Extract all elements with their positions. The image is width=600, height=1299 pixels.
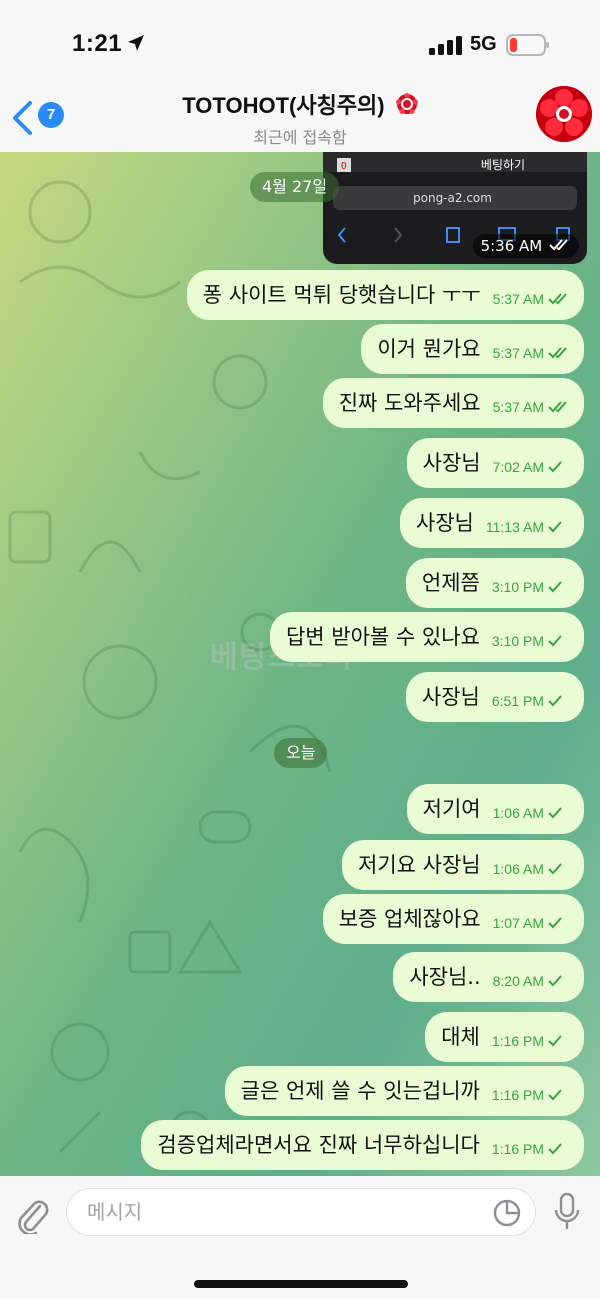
status-time: 1:21 <box>72 30 123 57</box>
message-text: 저기여 <box>422 797 481 821</box>
single-check-icon <box>548 635 562 647</box>
message-time: 1:07 AM <box>492 915 544 931</box>
single-check-icon <box>548 461 562 473</box>
single-check-icon <box>548 975 562 987</box>
red-flower-icon <box>395 93 418 114</box>
date-separator-today: 오늘 <box>274 738 328 768</box>
message-time: 1:06 AM <box>492 861 544 877</box>
message-text: 사장님 <box>415 511 474 535</box>
screenshot-url-bar: pong-a2.com <box>333 186 577 210</box>
message-text: 사장님 <box>422 451 481 475</box>
date-separator-april27: 4월 27일 <box>250 172 340 202</box>
paperclip-icon[interactable] <box>14 1194 50 1234</box>
chat-header: 7 TOTOHOT(사칭주의) 최근에 접속함 <box>0 84 600 152</box>
message-text: 저기요 사장님 <box>358 853 481 877</box>
message-bubble[interactable]: 사장님.. 8:20 AM <box>393 952 584 1002</box>
double-check-icon <box>548 293 567 305</box>
message-bubble[interactable]: 검증업체라면서요 진짜 너무하십니다 1:16 PM <box>141 1120 584 1170</box>
screenshot-bet-button: 베팅하기 <box>480 158 526 172</box>
unread-count-badge: 7 <box>38 102 64 128</box>
message-time: 7:02 AM <box>492 459 544 475</box>
message-input-bar <box>0 1176 600 1299</box>
message-bubble[interactable]: 글은 언제 쓸 수 잇는겁니까 1:16 PM <box>224 1066 584 1116</box>
message-time: 11:13 AM <box>485 519 544 535</box>
message-time: 5:37 AM <box>492 399 544 415</box>
location-arrow-icon <box>128 35 144 51</box>
flower-avatar-icon <box>536 86 592 142</box>
double-check-icon <box>549 239 568 251</box>
screenshot-url: pong-a2.com <box>413 191 492 205</box>
message-bubble[interactable]: 저기요 사장님 1:06 AM <box>342 840 584 890</box>
status-bar: 1:21 5G <box>0 0 600 84</box>
message-time: 5:37 AM <box>492 291 544 307</box>
single-check-icon <box>548 1035 562 1047</box>
single-check-icon <box>548 807 562 819</box>
microphone-icon[interactable] <box>552 1192 582 1232</box>
message-text: 사장님.. <box>409 965 481 989</box>
message-bubble[interactable]: 퐁 사이트 먹튀 당햇습니다 ㅜㅜ 5:37 AM <box>186 270 584 320</box>
message-time: 1:16 PM <box>491 1087 544 1103</box>
message-text: 사장님 <box>421 685 480 709</box>
message-bubble[interactable]: 진짜 도와주세요 5:37 AM <box>322 378 584 428</box>
screenshot-thumb-icon: 0 <box>337 158 351 172</box>
message-bubble[interactable]: 답변 받아볼 수 있나요 3:10 PM <box>269 612 584 662</box>
single-check-icon <box>548 695 562 707</box>
battery-low-icon <box>506 34 549 56</box>
shared-screenshot-message[interactable]: 0 베팅하기 가가 pong-a2.com 5:36 AM <box>323 152 587 264</box>
double-check-icon <box>548 401 567 413</box>
screenshot-time-text: 5:36 AM <box>480 237 543 255</box>
single-check-icon <box>548 917 562 929</box>
chat-title-area[interactable]: TOTOHOT(사칭주의) 최근에 접속함 <box>110 88 490 148</box>
message-text: 보증 업체잖아요 <box>338 907 481 931</box>
message-time: 5:37 AM <box>492 345 544 361</box>
message-time: 3:10 PM <box>491 579 544 595</box>
avatar[interactable] <box>536 86 592 142</box>
message-text: 검증업체라면서요 진짜 너무하십니다 <box>157 1133 480 1157</box>
single-check-icon <box>548 521 562 533</box>
message-time: 1:16 PM <box>491 1141 544 1157</box>
svg-text:0: 0 <box>341 161 347 172</box>
message-bubble[interactable]: 사장님 7:02 AM <box>406 438 584 488</box>
back-button[interactable]: 7 <box>10 96 70 136</box>
message-text: 글은 언제 쓸 수 잇는겁니까 <box>240 1079 480 1103</box>
message-bubble[interactable]: 언제쯤 3:10 PM <box>405 558 584 608</box>
chevron-left-icon <box>13 101 32 135</box>
message-text: 답변 받아볼 수 있나요 <box>285 625 480 649</box>
message-bubble[interactable]: 사장님 6:51 PM <box>405 672 584 722</box>
chat-title: TOTOHOT(사칭주의) <box>182 93 385 118</box>
single-check-icon <box>548 1089 562 1101</box>
message-time: 6:51 PM <box>491 693 544 709</box>
cellular-signal-icon <box>429 36 462 55</box>
home-indicator <box>194 1280 408 1288</box>
message-bubble[interactable]: 이거 뭔가요 5:37 AM <box>361 324 584 374</box>
sticker-icon[interactable] <box>492 1198 522 1228</box>
message-time: 1:06 AM <box>492 805 544 821</box>
single-check-icon <box>548 863 562 875</box>
message-text: 진짜 도와주세요 <box>338 391 481 415</box>
message-bubble[interactable]: 저기여 1:06 AM <box>406 784 584 834</box>
message-bubble[interactable]: 대체 1:16 PM <box>425 1012 584 1062</box>
network-label: 5G <box>470 33 497 55</box>
double-check-icon <box>548 347 567 359</box>
message-text: 언제쯤 <box>421 571 480 595</box>
single-check-icon <box>548 581 562 593</box>
message-time: 3:10 PM <box>491 633 544 649</box>
single-check-icon <box>548 1143 562 1155</box>
message-text: 대체 <box>441 1025 480 1049</box>
message-text: 이거 뭔가요 <box>377 337 481 361</box>
message-input[interactable] <box>66 1188 536 1236</box>
message-bubble[interactable]: 보증 업체잖아요 1:07 AM <box>322 894 584 944</box>
message-bubble[interactable]: 사장님 11:13 AM <box>399 498 584 548</box>
message-text: 퐁 사이트 먹튀 당햇습니다 ㅜㅜ <box>202 283 481 307</box>
last-seen-status: 최근에 접속함 <box>253 128 347 147</box>
screenshot-time: 5:36 AM <box>472 234 579 258</box>
chat-area[interactable]: 0 베팅하기 가가 pong-a2.com 5:36 AM 4월 27일 베팅스… <box>0 152 600 1176</box>
message-time: 1:16 PM <box>491 1033 544 1049</box>
message-time: 8:20 AM <box>492 973 544 989</box>
